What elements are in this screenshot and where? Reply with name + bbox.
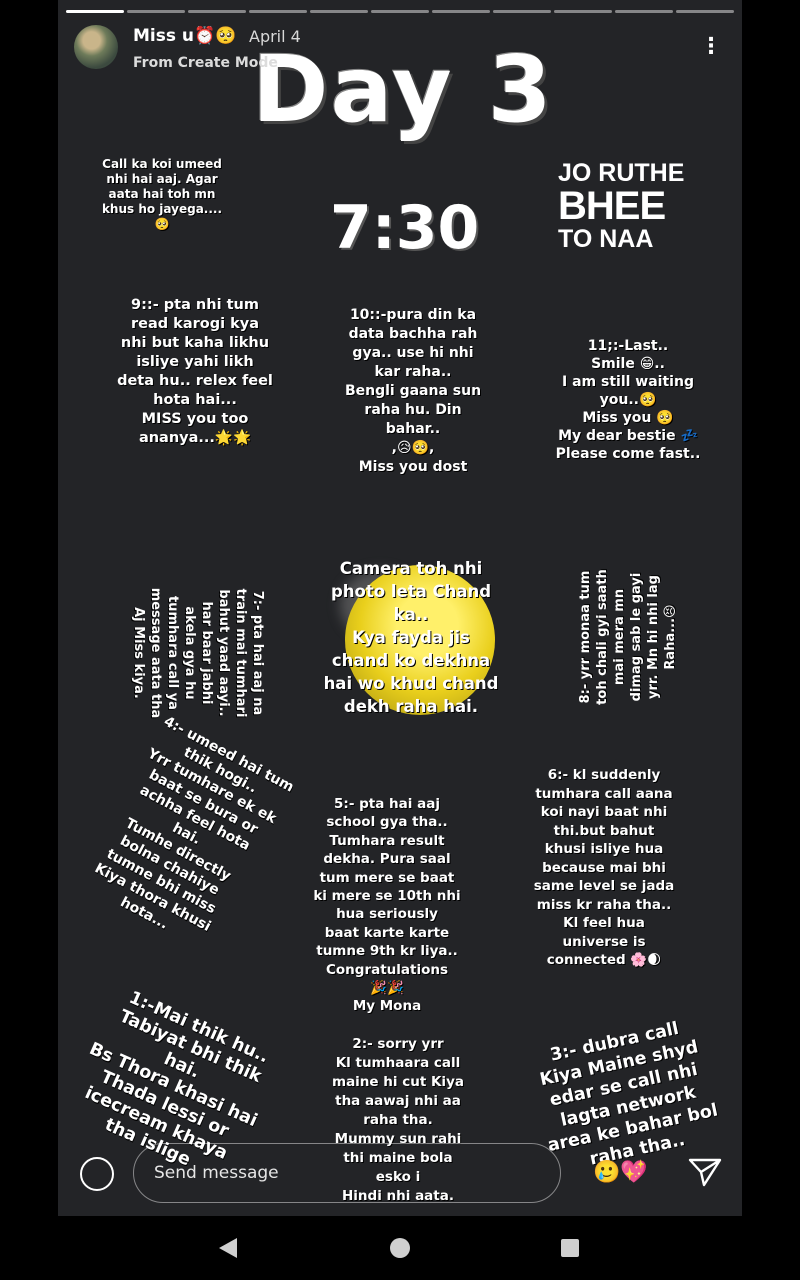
progress-segment — [66, 10, 124, 13]
note-10: 10::-pura din ka data bachha rah gya.. u… — [344, 307, 482, 475]
note-8: 8:- yrr monaa tum toh chali gyi saath ma… — [578, 569, 678, 705]
home-circle-icon[interactable] — [390, 1238, 410, 1258]
avatar[interactable] — [74, 25, 118, 69]
story-date: April 4 — [249, 27, 301, 46]
kebab-menu-icon[interactable]: ⋮ — [700, 34, 722, 60]
progress-segment — [371, 10, 429, 13]
story-time: 7:30 — [330, 193, 480, 263]
story-title: Day 3 — [252, 36, 554, 143]
note-6: 6:- kl suddenly tumhara call aana koi na… — [533, 767, 675, 968]
story-subtitle: From Create Mode — [133, 55, 278, 71]
story-progress-bar — [66, 10, 734, 13]
slogan-text: JO RUTHE BHEE TO NAA — [558, 160, 684, 252]
emoji-sticker-icon[interactable]: 🥲💖 — [593, 1160, 648, 1185]
back-triangle-icon[interactable] — [219, 1238, 237, 1258]
progress-segment — [127, 10, 185, 13]
camera-icon[interactable] — [80, 1157, 114, 1191]
progress-segment — [554, 10, 612, 13]
recents-square-icon[interactable] — [561, 1239, 579, 1257]
progress-segment — [310, 10, 368, 13]
progress-segment — [188, 10, 246, 13]
progress-segment — [249, 10, 307, 13]
note-11: 11;:-Last.. Smile 😁.. I am still waiting… — [555, 338, 701, 462]
send-message-input[interactable] — [133, 1143, 561, 1203]
slogan-line-1: JO RUTHE — [558, 159, 685, 187]
note-moon: Camera toh nhi photo leta Chand ka.. Kya… — [323, 559, 499, 716]
note-top: Call ka koi umeed nhi hai aaj. Agar aata… — [101, 157, 223, 231]
username[interactable]: Miss u⏰🥺 — [133, 26, 236, 46]
slogan-line-2: BHEE — [558, 184, 666, 228]
progress-segment — [676, 10, 734, 13]
progress-segment — [432, 10, 490, 13]
progress-segment — [493, 10, 551, 13]
note-9: 9::- pta nhi tum read karogi kya nhi but… — [117, 297, 273, 446]
slogan-line-3: TO NAA — [558, 225, 654, 253]
progress-segment — [615, 10, 673, 13]
note-5: 5:- pta hai aaj school gya tha.. Tumhara… — [313, 796, 461, 1015]
send-icon[interactable] — [688, 1157, 722, 1187]
